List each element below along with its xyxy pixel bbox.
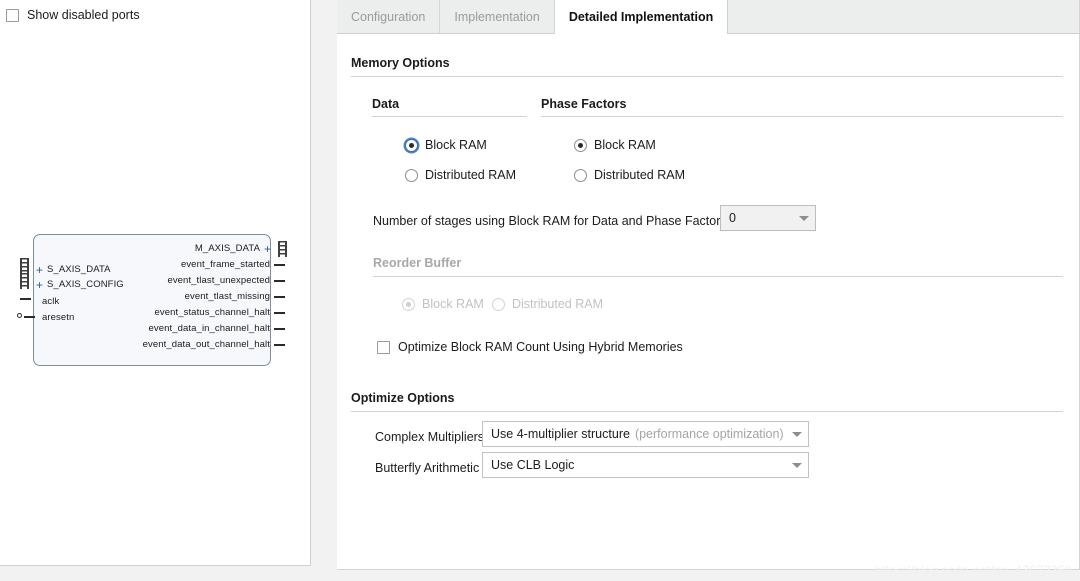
- port-label-aclk: aclk: [42, 296, 59, 307]
- panel-body: Memory Options Data Block RAM Distribute…: [337, 34, 1079, 569]
- combo-butterfly-arithmetic[interactable]: Use CLB Logic: [482, 452, 809, 478]
- show-disabled-ports-label: Show disabled ports: [27, 8, 140, 22]
- pin-event-tlast-missing: [274, 296, 285, 298]
- pin-event-data-in-channel-halt: [274, 328, 285, 330]
- combo-number-of-stages[interactable]: 0: [720, 205, 816, 231]
- port-label-m-axis-data: M_AXIS_DATA: [195, 243, 260, 254]
- tab-implementation-label: Implementation: [454, 10, 539, 24]
- combo-number-of-stages-value: 0: [729, 211, 736, 225]
- chevron-down-icon: [792, 432, 802, 437]
- radio-phase-factors-distributed-ram[interactable]: Distributed RAM: [574, 168, 685, 182]
- radio-phase-factors-distributed-ram-control[interactable]: [574, 169, 587, 182]
- tab-detailed-implementation[interactable]: Detailed Implementation: [555, 0, 728, 34]
- pin-aresetn: [24, 316, 35, 318]
- options-panel: Configuration Implementation Detailed Im…: [337, 0, 1080, 570]
- section-rule-memory-options: [351, 76, 1063, 77]
- port-label-event-tlast-unexpected: event_tlast_unexpected: [167, 275, 270, 286]
- show-disabled-ports-row[interactable]: Show disabled ports: [6, 8, 140, 22]
- bus-stub-s-axis-data: [20, 258, 29, 274]
- chevron-down-icon: [792, 463, 802, 468]
- subsection-title-data: Data: [372, 97, 399, 111]
- radio-reorder-buffer-block-ram: Block RAM: [402, 297, 484, 311]
- checkbox-row-hybrid-memories[interactable]: Optimize Block RAM Count Using Hybrid Me…: [377, 340, 683, 354]
- expand-icon-m-axis-data[interactable]: +: [264, 243, 271, 255]
- radio-reorder-buffer-block-ram-label: Block RAM: [422, 297, 484, 311]
- subsection-title-phase-factors: Phase Factors: [541, 97, 626, 111]
- tab-bar: Configuration Implementation Detailed Im…: [337, 0, 1079, 34]
- tab-implementation[interactable]: Implementation: [440, 0, 554, 33]
- hybrid-memories-checkbox[interactable]: [377, 341, 390, 354]
- port-label-aresetn: aresetn: [42, 312, 74, 323]
- section-rule-phase-factors: [541, 116, 1063, 117]
- radio-reorder-buffer-block-ram-control: [402, 298, 415, 311]
- tab-bar-filler: [728, 0, 1079, 33]
- radio-data-block-ram[interactable]: Block RAM: [405, 138, 487, 152]
- subsection-title-reorder-buffer: Reorder Buffer: [373, 256, 461, 270]
- tab-configuration[interactable]: Configuration: [337, 0, 440, 33]
- pin-event-tlast-unexpected: [274, 280, 285, 282]
- radio-data-block-ram-label: Block RAM: [425, 138, 487, 152]
- radio-reorder-buffer-distributed-ram-label: Distributed RAM: [512, 297, 603, 311]
- port-label-event-data-in-channel-halt: event_data_in_channel_halt: [149, 323, 270, 334]
- expand-icon-s-axis-data[interactable]: +: [36, 264, 43, 276]
- label-number-of-stages: Number of stages using Block RAM for Dat…: [373, 214, 727, 228]
- port-label-event-status-channel-halt: event_status_channel_halt: [154, 307, 270, 318]
- radio-data-distributed-ram-control[interactable]: [405, 169, 418, 182]
- radio-reorder-buffer-distributed-ram-control: [492, 298, 505, 311]
- port-label-event-frame-started: event_frame_started: [181, 259, 270, 270]
- section-rule-reorder-buffer: [373, 276, 1063, 277]
- expand-icon-s-axis-config[interactable]: +: [36, 279, 43, 291]
- radio-data-distributed-ram-label: Distributed RAM: [425, 168, 516, 182]
- hybrid-memories-label: Optimize Block RAM Count Using Hybrid Me…: [398, 340, 683, 354]
- radio-data-block-ram-control[interactable]: [405, 139, 418, 152]
- bus-stub-s-axis-config: [20, 273, 29, 289]
- section-rule-data: [372, 116, 527, 117]
- ip-block-diagram: + S_AXIS_DATA + S_AXIS_CONFIG aclk arese…: [16, 228, 296, 373]
- tab-detailed-implementation-label: Detailed Implementation: [569, 10, 713, 24]
- radio-phase-factors-block-ram-label: Block RAM: [594, 138, 656, 152]
- combo-complex-multipliers-hint: (performance optimization): [635, 427, 784, 441]
- ip-symbol-panel: Show disabled ports + S_AXIS_DATA + S_AX…: [0, 0, 311, 566]
- combo-butterfly-arithmetic-value: Use CLB Logic: [491, 458, 574, 472]
- radio-data-distributed-ram[interactable]: Distributed RAM: [405, 168, 516, 182]
- bus-stub-m-axis-data: [278, 241, 287, 257]
- pin-event-status-channel-halt: [274, 312, 285, 314]
- tab-configuration-label: Configuration: [351, 10, 425, 24]
- combo-complex-multipliers[interactable]: Use 4-multiplier structure (performance …: [482, 421, 809, 447]
- chevron-down-icon: [799, 216, 809, 221]
- port-label-s-axis-config: S_AXIS_CONFIG: [47, 279, 124, 290]
- port-label-s-axis-data: S_AXIS_DATA: [47, 264, 111, 275]
- section-title-optimize-options: Optimize Options: [351, 391, 454, 405]
- port-label-event-data-out-channel-halt: event_data_out_channel_halt: [143, 339, 270, 350]
- app-root: Show disabled ports + S_AXIS_DATA + S_AX…: [0, 0, 1080, 581]
- radio-phase-factors-distributed-ram-label: Distributed RAM: [594, 168, 685, 182]
- label-butterfly-arithmetic: Butterfly Arithmetic: [375, 461, 479, 475]
- combo-complex-multipliers-value: Use 4-multiplier structure: [491, 427, 630, 441]
- section-rule-optimize-options: [351, 411, 1063, 412]
- radio-reorder-buffer-distributed-ram: Distributed RAM: [492, 297, 603, 311]
- label-complex-multipliers: Complex Multipliers: [375, 430, 484, 444]
- pin-aclk: [20, 298, 31, 300]
- pin-event-frame-started: [274, 264, 285, 266]
- show-disabled-ports-checkbox[interactable]: [6, 9, 19, 22]
- radio-phase-factors-block-ram-control[interactable]: [574, 139, 587, 152]
- pin-aresetn-bubble: [17, 313, 22, 318]
- radio-phase-factors-block-ram[interactable]: Block RAM: [574, 138, 656, 152]
- pin-event-data-out-channel-halt: [274, 344, 285, 346]
- section-title-memory-options: Memory Options: [351, 56, 450, 70]
- port-label-event-tlast-missing: event_tlast_missing: [185, 291, 270, 302]
- watermark-text: https://blog.csdn.net/qq_43072250: [875, 563, 1072, 577]
